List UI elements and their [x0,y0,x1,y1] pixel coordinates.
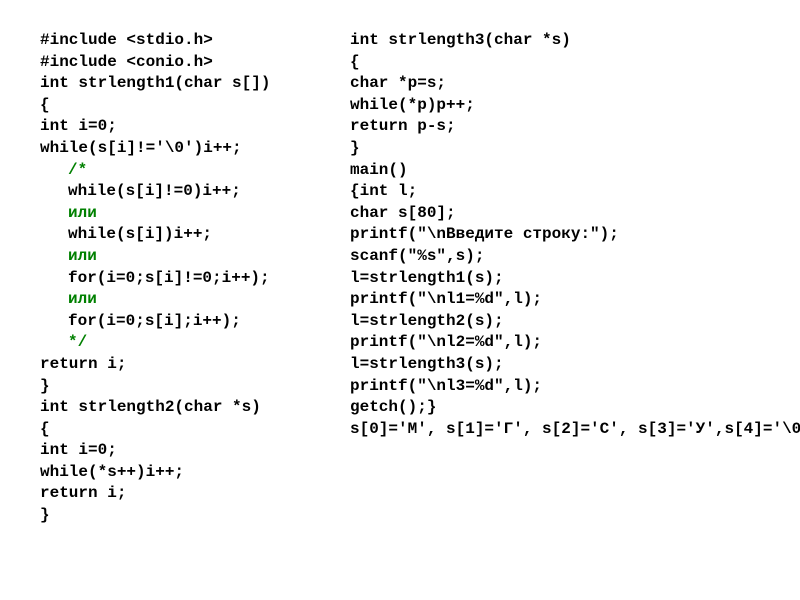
code-line: { [40,419,350,441]
code-line: return p-s; [350,116,770,138]
comment-line: или [40,203,350,225]
comment-line: или [40,246,350,268]
code-line: l=strlength1(s); [350,268,770,290]
code-line: { [40,95,350,117]
code-line: printf("\nВведите строку:"); [350,224,770,246]
code-line: scanf("%s",s); [350,246,770,268]
code-line: l=strlength2(s); [350,311,770,333]
code-line: for(i=0;s[i];i++); [40,311,350,333]
code-line: while(s[i])i++; [40,224,350,246]
code-line: while(s[i]!=0)i++; [40,181,350,203]
code-line: int strlength3(char *s) [350,30,770,52]
comment-line: */ [40,332,350,354]
code-line: while(*s++)i++; [40,462,350,484]
code-line: } [40,376,350,398]
code-line: l=strlength3(s); [350,354,770,376]
code-line: getch();} [350,397,770,419]
code-line: } [350,138,770,160]
code-layout: #include <stdio.h> #include <conio.h> in… [0,0,800,527]
code-line: int i=0; [40,440,350,462]
right-column: int strlength3(char *s) { char *p=s; whi… [350,30,770,527]
code-line: main() [350,160,770,182]
code-line: printf("\nl3=%d",l); [350,376,770,398]
code-line: char s[80]; [350,203,770,225]
code-line: char *p=s; [350,73,770,95]
comment-line: /* [40,160,350,182]
code-line: #include <conio.h> [40,52,350,74]
left-column: #include <stdio.h> #include <conio.h> in… [40,30,350,527]
code-line: while(*p)p++; [350,95,770,117]
code-line: for(i=0;s[i]!=0;i++); [40,268,350,290]
code-line: int strlength1(char s[]) [40,73,350,95]
code-line: return i; [40,354,350,376]
comment-line: или [40,289,350,311]
code-line: int strlength2(char *s) [40,397,350,419]
code-line: { [350,52,770,74]
array-description: s[0]='М', s[1]='Г', s[2]='С', s[3]='У',s… [350,419,770,441]
code-line: int i=0; [40,116,350,138]
code-line: printf("\nl2=%d",l); [350,332,770,354]
code-line: while(s[i]!='\0')i++; [40,138,350,160]
code-line: #include <stdio.h> [40,30,350,52]
code-line: return i; [40,483,350,505]
code-line: printf("\nl1=%d",l); [350,289,770,311]
code-line: } [40,505,350,527]
code-line: {int l; [350,181,770,203]
